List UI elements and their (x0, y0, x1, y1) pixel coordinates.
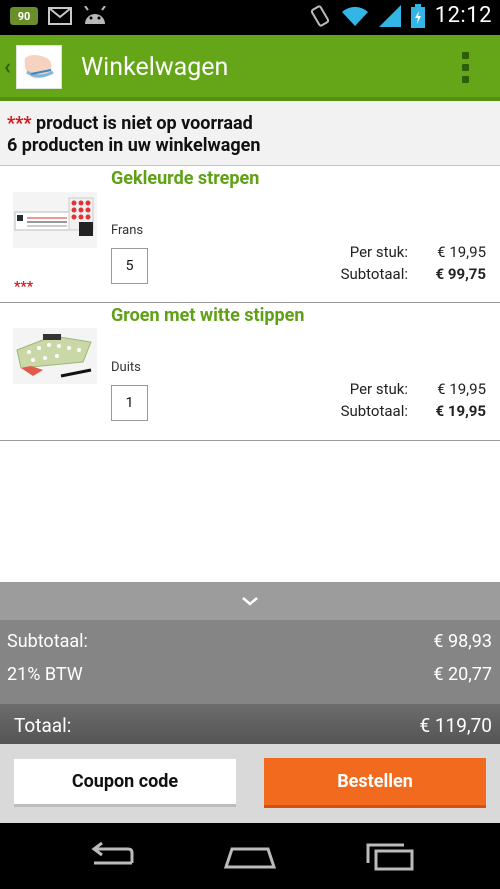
status-bar: 90 12:12 (0, 0, 500, 35)
grand-total-bar: Totaal: € 119,70 (0, 704, 500, 744)
signal-icon (378, 4, 401, 27)
stock-notice-text: product is niet op voorraad (31, 113, 253, 134)
cart-item[interactable]: Gekleurde strepen Frans 5 *** Per stuk: … (0, 166, 500, 303)
app-logo-icon[interactable] (16, 45, 62, 89)
totals-subtotal: € 98,93 (433, 631, 492, 652)
battery-badge-icon: 90 (10, 7, 38, 25)
stock-warning-stars: *** (7, 113, 32, 134)
collapse-totals-toggle[interactable] (0, 582, 500, 620)
unit-price-label: Per stuk: (349, 243, 408, 261)
subtotal-label: Subtotaal: (340, 402, 408, 420)
action-bar: ‹ Winkelwagen (0, 35, 500, 101)
gmail-icon (48, 7, 72, 25)
total-label: Totaal: (14, 714, 72, 737)
unit-price-row: Per stuk: € 19,95 (308, 380, 486, 398)
subtotal-row: Subtotaal: € 19,95 (308, 402, 486, 420)
subtotal-row: Subtotaal: € 99,75 (308, 265, 486, 283)
total-amount: € 119,70 (419, 714, 492, 737)
product-title[interactable]: Gekleurde strepen (111, 168, 259, 189)
page-title: Winkelwagen (81, 53, 229, 82)
out-of-stock-marker: *** (14, 279, 34, 295)
unit-price: € 19,95 (437, 380, 486, 398)
totals-subtotal-label: Subtotaal: (7, 631, 88, 652)
battery-icon (410, 3, 425, 28)
unit-price-row: Per stuk: € 19,95 (308, 243, 486, 261)
overflow-menu-icon[interactable] (462, 52, 470, 84)
stock-notice: *** product is niet op voorraad (7, 113, 500, 135)
grand-total-row: Totaal: € 119,70 (14, 714, 492, 737)
product-variant: Duits (111, 360, 141, 375)
android-icon (84, 6, 106, 24)
recent-apps-icon[interactable] (364, 841, 416, 871)
product-image (13, 192, 97, 248)
vat-row: 21% BTW € 20,77 (7, 664, 492, 685)
cart-item-list: Gekleurde strepen Frans 5 *** Per stuk: … (0, 166, 500, 582)
quantity-field[interactable]: 1 (111, 385, 148, 421)
cart-info-banner: *** product is niet op voorraad 6 produc… (0, 101, 500, 166)
action-buttons: Coupon code Bestellen (0, 744, 500, 823)
coupon-code-button[interactable]: Coupon code (14, 759, 236, 807)
back-chevron-icon[interactable]: ‹ (4, 55, 11, 80)
order-button[interactable]: Bestellen (264, 758, 486, 808)
vat-amount: € 20,77 (433, 664, 492, 685)
chevron-down-icon (242, 597, 258, 606)
item-subtotal: € 99,75 (435, 265, 486, 283)
back-icon[interactable] (86, 841, 138, 871)
product-title[interactable]: Groen met witte stippen (111, 305, 304, 326)
wifi-icon (341, 6, 368, 26)
item-subtotal: € 19,95 (435, 402, 486, 420)
quantity-field[interactable]: 5 (111, 248, 148, 284)
product-image (13, 328, 97, 384)
cart-count: 6 producten in uw winkelwagen (7, 135, 261, 156)
unit-price: € 19,95 (437, 243, 486, 261)
vat-label: 21% BTW (7, 664, 83, 685)
system-nav-bar (0, 823, 500, 889)
product-variant: Frans (111, 223, 144, 238)
cart-item[interactable]: Groen met witte stippen Duits 1 Per stuk… (0, 303, 500, 441)
totals-panel: Subtotaal: € 98,93 21% BTW € 20,77 (0, 620, 500, 704)
vibrate-icon (310, 4, 329, 27)
home-icon[interactable] (224, 841, 276, 871)
subtotal-label: Subtotaal: (340, 265, 408, 283)
subtotal-total-row: Subtotaal: € 98,93 (7, 631, 492, 652)
status-time: 12:12 (434, 3, 492, 28)
unit-price-label: Per stuk: (349, 380, 408, 398)
